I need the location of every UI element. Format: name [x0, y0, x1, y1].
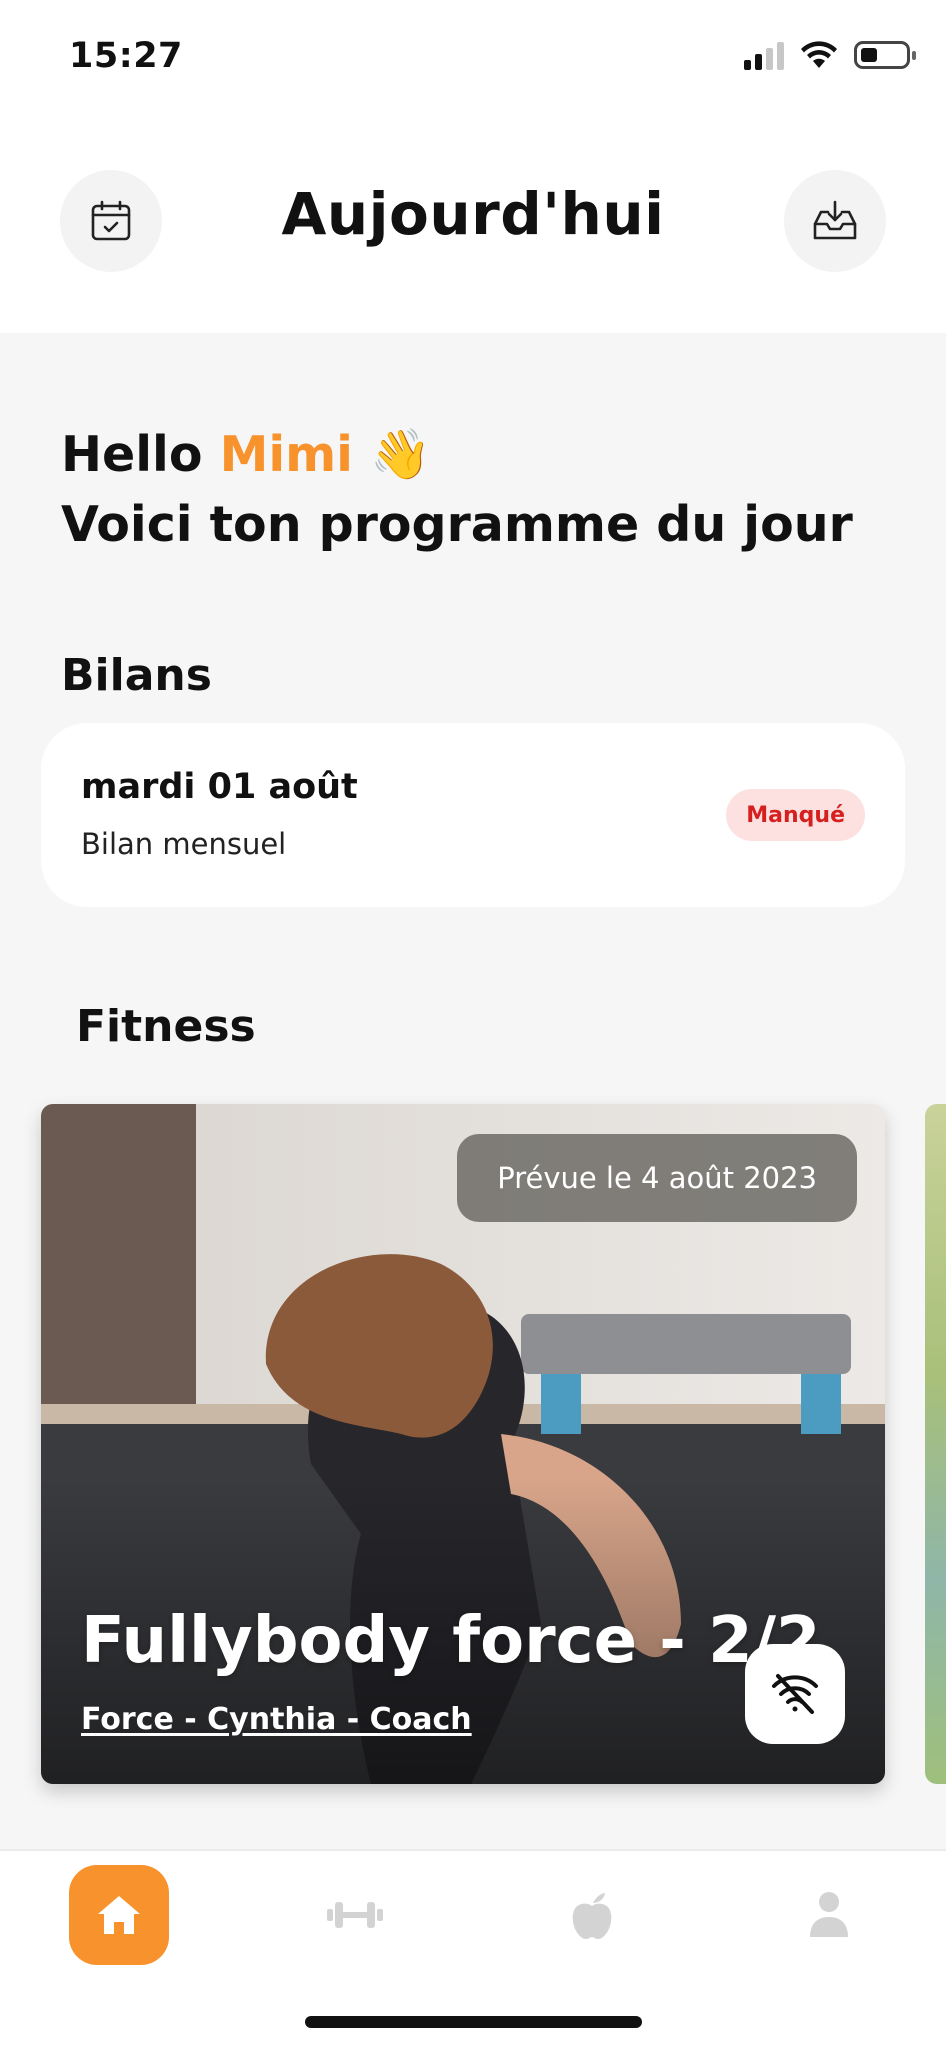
status-time: 15:27	[69, 36, 183, 76]
today-screen: 15:27 Aujourd'hui Hello Mimi 👋 Voici ton…	[0, 0, 946, 2048]
scheduled-date-pill: Prévue le 4 août 2023	[457, 1134, 857, 1222]
tab-home[interactable]	[69, 1865, 169, 1965]
status-badge: Manqué	[726, 789, 865, 841]
home-icon	[98, 1896, 140, 1934]
header-area: 15:27 Aujourd'hui	[0, 0, 946, 333]
greeting: Hello Mimi 👋 Voici ton programme du jour	[61, 420, 853, 560]
tab-nutrition[interactable]	[542, 1865, 642, 1965]
wifi-off-icon	[772, 1674, 818, 1714]
user-name: Mimi	[219, 426, 353, 483]
bilans-section-title: Bilans	[61, 650, 212, 701]
workout-subtitle-link[interactable]: Force - Cynthia - Coach	[81, 1702, 472, 1737]
inbox-download-icon	[813, 200, 857, 240]
greeting-line: Hello Mimi 👋	[61, 420, 853, 490]
home-indicator	[305, 2016, 642, 2028]
status-icons	[744, 40, 916, 70]
bilan-label: Bilan mensuel	[81, 827, 287, 861]
wifi-icon	[801, 41, 837, 68]
tab-profile[interactable]	[779, 1865, 879, 1965]
bilan-card[interactable]: mardi 01 août Bilan mensuel Manqué	[41, 723, 905, 907]
bilan-date: mardi 01 août	[81, 767, 358, 807]
workout-card[interactable]: Prévue le 4 août 2023 Fullybody force - …	[41, 1104, 885, 1784]
dumbbell-icon	[327, 1902, 383, 1928]
tab-fitness[interactable]	[305, 1865, 405, 1965]
inbox-button[interactable]	[784, 170, 886, 272]
cellular-signal-icon	[744, 40, 784, 70]
fitness-section-title: Fitness	[76, 1001, 256, 1052]
greeting-subtitle: Voici ton programme du jour	[61, 496, 853, 553]
offline-download-button[interactable]	[745, 1644, 845, 1744]
apple-icon	[572, 1893, 612, 1939]
user-icon	[810, 1892, 848, 1937]
wave-emoji: 👋	[370, 426, 432, 483]
greeting-hello: Hello	[61, 426, 203, 483]
battery-icon	[854, 41, 916, 69]
next-workout-card-peek[interactable]	[925, 1104, 946, 1784]
workout-title: Fullybody force - 2/2	[81, 1604, 821, 1678]
